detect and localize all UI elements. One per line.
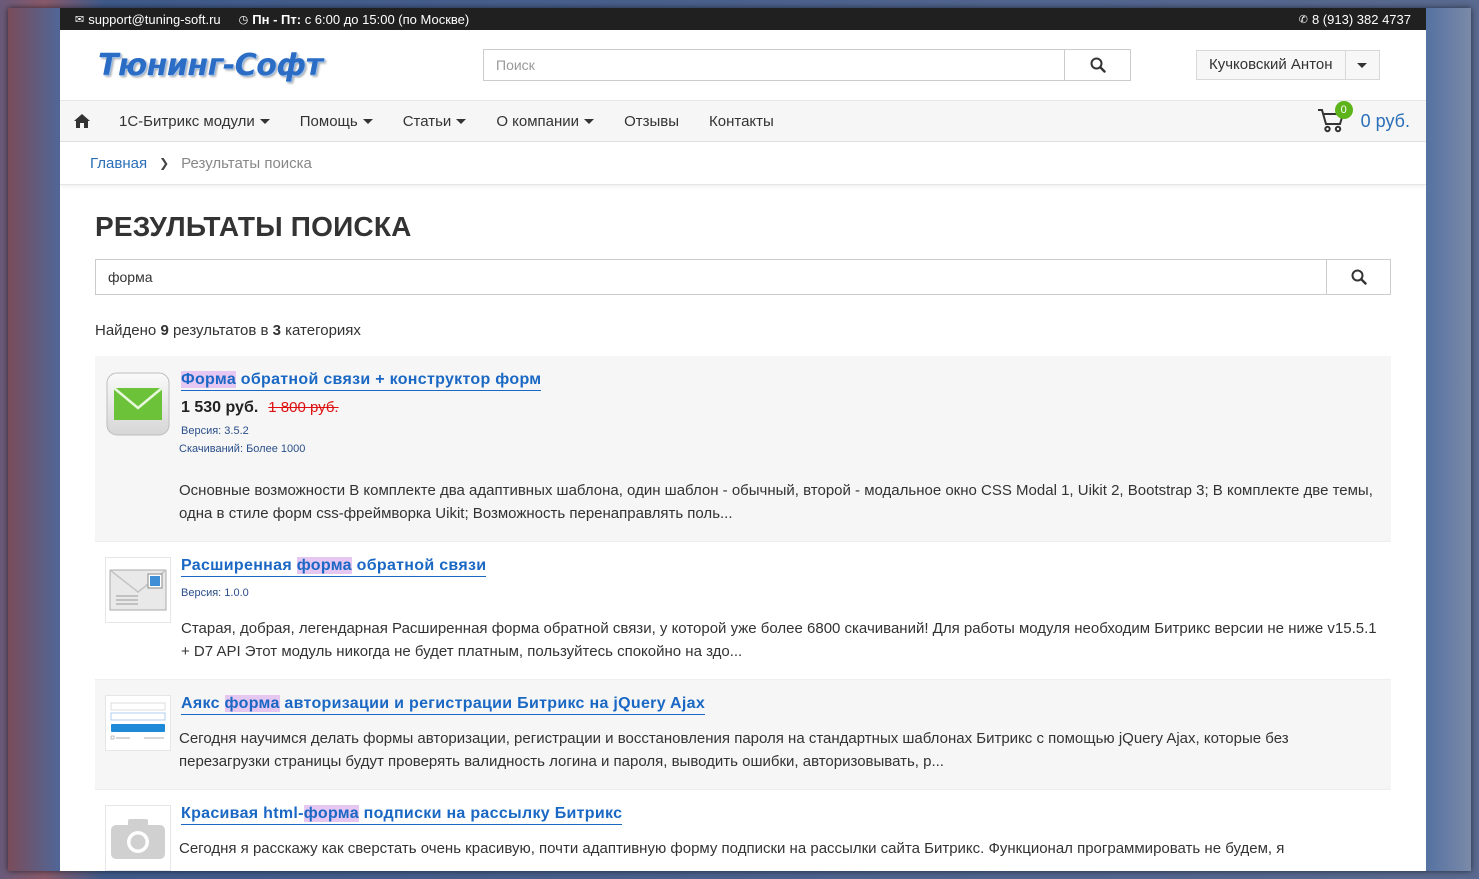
envelope-app-icon[interactable] [105, 371, 171, 437]
nav-home[interactable] [60, 114, 104, 128]
result-item: Форма обратной связи + конструктор форм … [95, 356, 1391, 542]
whatsapp-icon: ✆ [1298, 13, 1308, 26]
result-body: Аякс форма авторизации и регистрации Бит… [179, 695, 1381, 773]
results-search-input[interactable] [96, 260, 1326, 294]
result-description: Сегодня научимся делать формы авторизаци… [179, 730, 1289, 770]
header: Тюнинг-Софт Кучковский Антон [60, 30, 1426, 100]
header-search-button[interactable] [1064, 50, 1130, 80]
site-logo[interactable]: Тюнинг-Софт [98, 48, 323, 83]
user-name[interactable]: Кучковский Антон [1197, 51, 1345, 79]
nav-item-modules[interactable]: 1С-Битрикс модули [104, 101, 285, 141]
support-email[interactable]: ✉ support@tuning-soft.ru [75, 12, 221, 27]
result-description: Основные возможности В комплекте два ада… [179, 482, 1373, 522]
result-body: Форма обратной связи + конструктор форм … [179, 371, 1381, 525]
home-icon [74, 114, 90, 128]
chevron-down-icon [362, 118, 373, 124]
nav-item-reviews[interactable]: Отзывы [609, 101, 694, 141]
result-body: Красивая html-форма подписки на рассылку… [179, 805, 1381, 871]
working-hours: ◷ Пн - Пт: с 6:00 до 15:00 (по Москве) [238, 11, 470, 27]
result-price: 1 530 руб. 1 800 руб. [181, 399, 339, 416]
results-summary: Найдено 9 результатов в 3 категориях [95, 322, 361, 339]
search-icon [1090, 57, 1106, 73]
login-form-thumbnail[interactable] [105, 695, 171, 751]
breadcrumb-home[interactable]: Главная [90, 155, 147, 172]
result-item: Расширенная форма обратной связи Версия:… [95, 542, 1391, 680]
result-item: Аякс форма авторизации и регистрации Бит… [95, 680, 1391, 790]
user-menu[interactable]: Кучковский Антон [1196, 50, 1380, 80]
cart[interactable]: 0 0 руб. [1317, 101, 1410, 141]
cart-sum[interactable]: 0 руб. [1361, 111, 1410, 132]
page-title: РЕЗУЛЬТАТЫ ПОИСКА [95, 211, 412, 242]
search-icon [1351, 269, 1367, 285]
phone[interactable]: ✆ 8 (913) 382 4737 [1299, 12, 1411, 27]
nav-item-contacts[interactable]: Контакты [694, 101, 789, 141]
header-search-input[interactable] [484, 50, 1064, 80]
postcard-thumbnail[interactable] [105, 557, 171, 623]
main-nav: 1С-Битрикс модули Помощь Статьи О компан… [60, 100, 1426, 142]
results-list: Форма обратной связи + конструктор форм … [95, 356, 1391, 871]
nav-item-about[interactable]: О компании [481, 101, 609, 141]
result-description: Сегодня я расскажу как сверстать очень к… [179, 840, 1285, 857]
clock-icon: ◷ [238, 13, 249, 26]
camera-icon [111, 819, 165, 859]
cart-icon[interactable]: 0 [1317, 101, 1353, 135]
user-menu-toggle[interactable] [1344, 51, 1379, 79]
camera-placeholder-thumbnail[interactable] [105, 805, 171, 871]
nav-item-articles[interactable]: Статьи [388, 101, 482, 141]
nav-item-help[interactable]: Помощь [285, 101, 388, 141]
results-search-button[interactable] [1326, 260, 1390, 294]
result-title-link[interactable]: Форма обратной связи + конструктор форм [181, 371, 542, 391]
result-version: Версия: 3.5.2 [181, 425, 249, 437]
breadcrumb: Главная ❯ Результаты поиска [60, 142, 1426, 185]
cart-count-badge: 0 [1334, 101, 1353, 119]
header-search [483, 49, 1131, 81]
chevron-down-icon [259, 118, 270, 124]
envelope-icon: ✉ [75, 13, 85, 26]
chevron-down-icon [584, 118, 595, 124]
result-downloads: Скачиваний: Более 1000 [179, 443, 306, 455]
page: ✉ support@tuning-soft.ru ◷ Пн - Пт: с 6:… [60, 8, 1426, 871]
chevron-down-icon [456, 118, 467, 124]
result-description: Старая, добрая, легендарная Расширенная … [181, 620, 1377, 660]
chevron-down-icon [1357, 62, 1368, 68]
top-bar: ✉ support@tuning-soft.ru ◷ Пн - Пт: с 6:… [60, 8, 1426, 30]
chevron-right-icon: ❯ [159, 156, 170, 170]
result-title-link[interactable]: Аякс форма авторизации и регистрации Бит… [181, 695, 706, 715]
results-search [95, 259, 1391, 295]
result-title-link[interactable]: Красивая html-форма подписки на рассылку… [181, 805, 623, 825]
result-body: Расширенная форма обратной связи Версия:… [181, 557, 1381, 663]
breadcrumb-current: Результаты поиска [181, 154, 312, 172]
result-version: Версия: 1.0.0 [181, 587, 249, 599]
result-item: Красивая html-форма подписки на рассылку… [95, 790, 1391, 871]
main-content: РЕЗУЛЬТАТЫ ПОИСКА Найдено 9 результатов … [60, 211, 1426, 871]
result-old-price: 1 800 руб. [268, 399, 339, 416]
result-title-link[interactable]: Расширенная форма обратной связи [181, 557, 487, 577]
